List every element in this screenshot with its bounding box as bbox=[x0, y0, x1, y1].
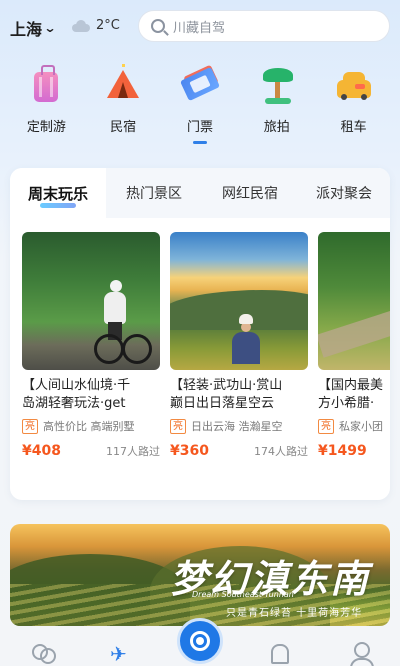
top-bar: 上海 ⌄ 2°C 川藏自驾 bbox=[0, 0, 400, 56]
product-title: 【国内最美 方小希腊· bbox=[318, 378, 384, 411]
category-homestay[interactable]: 民宿 bbox=[89, 62, 157, 152]
product-photo bbox=[22, 232, 160, 370]
tab-label: 周末玩乐 bbox=[27, 184, 88, 203]
tab-hot-scenic[interactable]: 热门景区 bbox=[106, 168, 202, 218]
ticket-icon bbox=[178, 62, 222, 106]
category-indicator bbox=[270, 141, 284, 144]
camera-center-icon[interactable] bbox=[177, 618, 223, 664]
product-photo bbox=[318, 232, 390, 370]
tab-label: 网红民宿 bbox=[222, 186, 278, 202]
tab-party[interactable]: 派对聚会 bbox=[298, 168, 390, 218]
product-title: 【人间山水仙境·千 岛湖轻奢玩法·get bbox=[22, 378, 131, 411]
promo-banner[interactable]: 梦幻滇东南 Dream Southeast Yunnan 只是青石绿苔 十里荷海… bbox=[10, 524, 390, 626]
tab-popular-homestay[interactable]: 网红民宿 bbox=[202, 168, 298, 218]
highlight-badge: 亮 bbox=[22, 418, 38, 434]
banner-english: Dream Southeast Yunnan bbox=[192, 590, 294, 599]
tab-bar: 周末玩乐 热门景区 网红民宿 派对聚会 bbox=[10, 168, 390, 218]
tab-label: 热门景区 bbox=[126, 186, 182, 202]
category-indicator bbox=[116, 141, 130, 144]
weather-widget[interactable]: 2°C bbox=[70, 18, 120, 33]
product-carousel[interactable]: 【人间山水仙境·千 岛湖轻奢玩法·get 亮 高性价比 高端别墅 ¥408 11… bbox=[10, 232, 390, 492]
cloud-icon bbox=[70, 19, 92, 32]
product-card[interactable]: 【轻装·武功山·赏山 巅日出日落星空云 亮 日出云海 浩瀚星空 ¥360 174… bbox=[170, 232, 308, 459]
tab-label: 派对聚会 bbox=[316, 186, 372, 202]
bell-icon[interactable] bbox=[266, 642, 292, 666]
people-icon[interactable] bbox=[28, 642, 56, 666]
highlight-badge: 亮 bbox=[318, 418, 334, 434]
product-price: ¥1499 bbox=[318, 443, 367, 459]
category-label: 定制游 bbox=[26, 120, 66, 135]
category-custom-tour[interactable]: 定制游 bbox=[12, 62, 80, 152]
tab-weekend-fun[interactable]: 周末玩乐 bbox=[10, 168, 106, 218]
category-tickets[interactable]: 门票 bbox=[166, 62, 234, 152]
product-price: ¥408 bbox=[22, 443, 61, 459]
recommendation-panel: 周末玩乐 热门景区 网红民宿 派对聚会 【人间山水仙境·千 岛湖轻奢玩法·get… bbox=[10, 168, 390, 500]
active-category-indicator bbox=[192, 141, 207, 144]
product-title: 【轻装·武功山·赏山 巅日出日落星空云 bbox=[170, 378, 283, 411]
category-label: 民宿 bbox=[110, 120, 137, 135]
product-photo bbox=[170, 232, 308, 370]
temperature-label: 2°C bbox=[96, 18, 120, 33]
product-card[interactable]: 【国内最美 方小希腊· 亮 私家小团 ¥1499 bbox=[318, 232, 390, 459]
category-bar: 定制游 民宿 门票 旅拍 租车 bbox=[0, 62, 400, 152]
city-selector[interactable]: 上海 ⌄ bbox=[10, 16, 57, 40]
product-tags: 亮 日出云海 浩瀚星空 bbox=[170, 418, 308, 434]
tag-text: 日出云海 浩瀚星空 bbox=[191, 420, 283, 433]
banner-subtitle: 只是青石绿苔 十里荷海芳华 bbox=[226, 608, 363, 619]
tag-text: 私家小团 bbox=[339, 420, 383, 433]
bottom-nav: ✈ bbox=[0, 618, 400, 666]
suitcase-icon bbox=[24, 62, 68, 106]
search-placeholder: 川藏自驾 bbox=[173, 20, 226, 36]
category-car-rental[interactable]: 租车 bbox=[320, 62, 388, 152]
category-indicator bbox=[39, 141, 53, 144]
visit-count: 174人路过 bbox=[254, 445, 308, 458]
product-price: ¥360 bbox=[170, 443, 209, 459]
palm-tree-icon bbox=[255, 62, 299, 106]
active-tab-underline bbox=[40, 203, 76, 208]
highlight-badge: 亮 bbox=[170, 418, 186, 434]
search-bar[interactable]: 川藏自驾 bbox=[138, 10, 390, 42]
city-label: 上海 bbox=[10, 20, 43, 39]
category-label: 旅拍 bbox=[263, 120, 290, 135]
product-tags: 亮 私家小团 bbox=[318, 418, 390, 434]
tag-text: 高性价比 高端别墅 bbox=[43, 420, 135, 433]
category-travel-photo[interactable]: 旅拍 bbox=[243, 62, 311, 152]
product-tags: 亮 高性价比 高端别墅 bbox=[22, 418, 160, 434]
tent-icon bbox=[101, 62, 145, 106]
airplane-icon[interactable]: ✈ bbox=[108, 642, 134, 666]
category-label: 租车 bbox=[340, 120, 367, 135]
visit-count: 117人路过 bbox=[106, 445, 160, 458]
category-indicator bbox=[347, 141, 361, 144]
chevron-down-icon: ⌄ bbox=[43, 21, 57, 35]
person-icon[interactable] bbox=[348, 642, 374, 666]
search-icon bbox=[151, 19, 165, 33]
taxi-icon bbox=[332, 62, 376, 106]
product-card[interactable]: 【人间山水仙境·千 岛湖轻奢玩法·get 亮 高性价比 高端别墅 ¥408 11… bbox=[22, 232, 160, 459]
category-label: 门票 bbox=[186, 120, 213, 135]
